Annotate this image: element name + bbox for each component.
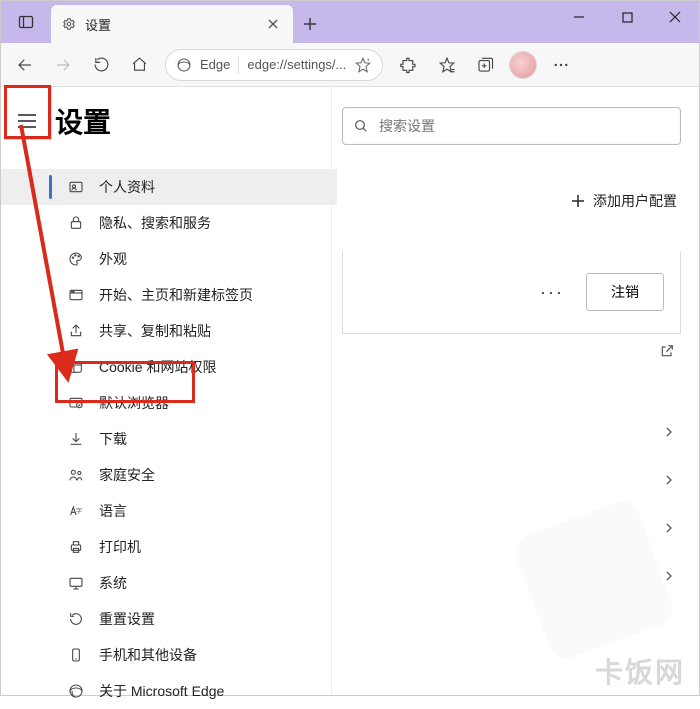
profile-card: ··· 注销: [342, 251, 681, 334]
window-minimize-button[interactable]: [555, 1, 603, 33]
divider: [238, 56, 239, 74]
reset-icon: [67, 610, 85, 628]
browser-tab[interactable]: 设置: [51, 5, 293, 43]
sidebar-item-label: 家庭安全: [99, 465, 155, 485]
profile-more-button[interactable]: ···: [532, 278, 572, 307]
system-icon: [67, 574, 85, 592]
sidebar-item-label: 手机和其他设备: [99, 645, 197, 665]
sidebar-item-start-home[interactable]: 开始、主页和新建标签页: [1, 277, 337, 313]
settings-row[interactable]: [342, 504, 681, 552]
palette-icon: [67, 250, 85, 268]
sidebar-item-phone[interactable]: 手机和其他设备: [1, 637, 337, 673]
gear-icon: [61, 16, 77, 32]
sidebar-item-label: 关于 Microsoft Edge: [99, 681, 224, 701]
svg-text:字: 字: [76, 507, 82, 515]
plus-icon: [571, 194, 585, 208]
new-tab-button[interactable]: [293, 5, 327, 43]
sidebar-item-label: 下载: [99, 429, 127, 449]
chevron-right-icon: [663, 474, 675, 486]
favorites-button[interactable]: [429, 47, 465, 83]
settings-search[interactable]: [342, 107, 681, 145]
settings-row[interactable]: [342, 456, 681, 504]
person-card-icon: [67, 178, 85, 196]
sparkle-favorite-icon[interactable]: [354, 56, 372, 74]
sidebar-item-cookies[interactable]: Cookie 和网站权限: [1, 349, 337, 385]
nav-forward-button[interactable]: [45, 47, 81, 83]
sidebar-item-label: Cookie 和网站权限: [99, 357, 216, 377]
profile-button[interactable]: [505, 47, 541, 83]
share-icon: [67, 322, 85, 340]
sidebar-item-label: 个人资料: [99, 177, 155, 197]
sidebar-item-privacy[interactable]: 隐私、搜索和服务: [1, 205, 337, 241]
extensions-button[interactable]: [391, 47, 427, 83]
sidebar-item-downloads[interactable]: 下载: [1, 421, 337, 457]
sidebar-item-label: 开始、主页和新建标签页: [99, 285, 253, 305]
cookie-icon: [67, 358, 85, 376]
settings-nav: 个人资料 隐私、搜索和服务 外观 开始、主页和新建标签页 共享、复制和粘贴 Co…: [1, 169, 337, 709]
address-site-label: Edge: [200, 57, 230, 72]
window-close-button[interactable]: [651, 1, 699, 33]
download-icon: [67, 430, 85, 448]
sidebar-item-label: 系统: [99, 573, 127, 593]
edge-icon: [67, 682, 85, 700]
window-new-icon: [67, 286, 85, 304]
more-menu-button[interactable]: [543, 47, 579, 83]
sidebar-item-label: 共享、复制和粘贴: [99, 321, 211, 341]
sidebar-item-label: 默认浏览器: [99, 393, 169, 413]
avatar: [509, 51, 537, 79]
nav-home-button[interactable]: [121, 47, 157, 83]
family-icon: [67, 466, 85, 484]
settings-row[interactable]: [342, 408, 681, 456]
sidebar-item-printers[interactable]: 打印机: [1, 529, 337, 565]
settings-row[interactable]: [342, 552, 681, 600]
chevron-right-icon: [663, 570, 675, 582]
nav-back-button[interactable]: [7, 47, 43, 83]
sidebar-item-about[interactable]: 关于 Microsoft Edge: [1, 673, 337, 709]
settings-search-input[interactable]: [379, 118, 670, 134]
hamburger-icon: [17, 113, 37, 129]
collections-button[interactable]: [467, 47, 503, 83]
chevron-right-icon: [663, 426, 675, 438]
tab-title: 设置: [85, 15, 111, 34]
sidebar-item-language[interactable]: 字 语言: [1, 493, 337, 529]
phone-icon: [67, 646, 85, 664]
sidebar-item-label: 打印机: [99, 537, 141, 557]
sidebar-item-label: 隐私、搜索和服务: [99, 213, 211, 233]
printer-icon: [67, 538, 85, 556]
sidebar-item-reset[interactable]: 重置设置: [1, 601, 337, 637]
sidebar-item-share-copy[interactable]: 共享、复制和粘贴: [1, 313, 337, 349]
add-profile-button[interactable]: 添加用户配置: [342, 191, 681, 211]
sidebar-item-label: 重置设置: [99, 609, 155, 629]
sidebar-item-family[interactable]: 家庭安全: [1, 457, 337, 493]
chevron-right-icon: [663, 522, 675, 534]
lock-icon: [67, 214, 85, 232]
sidebar-item-system[interactable]: 系统: [1, 565, 337, 601]
settings-menu-toggle[interactable]: [9, 103, 45, 139]
logout-button[interactable]: 注销: [586, 273, 664, 311]
edge-icon: [176, 57, 192, 73]
page-title: 设置: [55, 101, 111, 141]
search-icon: [353, 118, 369, 134]
sidebar-item-appearance[interactable]: 外观: [1, 241, 337, 277]
sidebar-item-label: 语言: [99, 501, 127, 521]
sidebar-item-label: 外观: [99, 249, 127, 269]
sidebar-item-default-browser[interactable]: 默认浏览器: [1, 385, 337, 421]
address-bar[interactable]: Edge edge://settings/...: [165, 49, 383, 81]
browser-default-icon: [67, 394, 85, 412]
tab-actions-button[interactable]: [1, 1, 51, 43]
address-url: edge://settings/...: [247, 57, 346, 72]
open-external-link[interactable]: [342, 334, 681, 368]
window-maximize-button[interactable]: [603, 1, 651, 33]
add-profile-label: 添加用户配置: [593, 191, 677, 211]
open-external-icon: [659, 343, 675, 359]
language-icon: 字: [67, 502, 85, 520]
sidebar-item-profile[interactable]: 个人资料: [1, 169, 337, 205]
nav-refresh-button[interactable]: [83, 47, 119, 83]
tab-close-button[interactable]: [263, 14, 283, 34]
